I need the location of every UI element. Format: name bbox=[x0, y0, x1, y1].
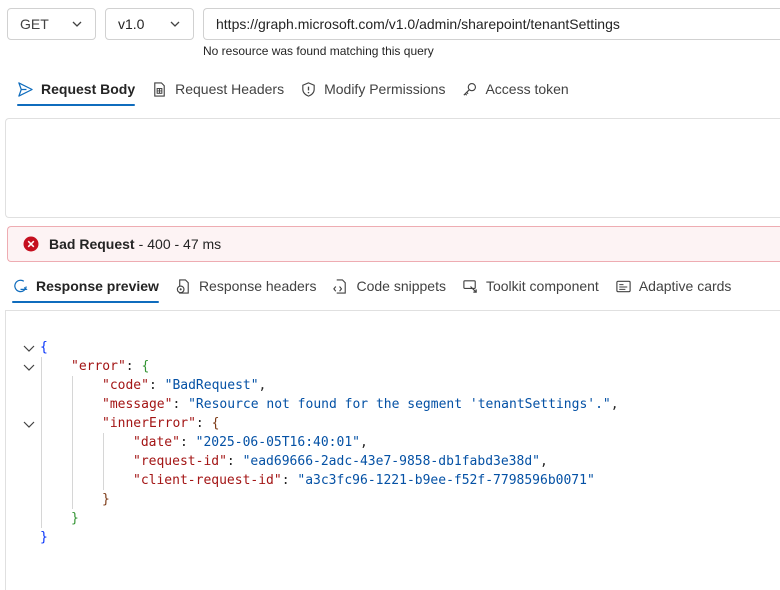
fold-chevron-icon[interactable] bbox=[22, 417, 36, 431]
fold-chevron-icon[interactable] bbox=[22, 341, 36, 355]
code-line: "innerError": { bbox=[102, 416, 220, 431]
chevron-down-icon bbox=[72, 21, 82, 27]
tab-label: Request Headers bbox=[175, 81, 285, 97]
tab-access-token[interactable]: Access token bbox=[461, 75, 569, 103]
code-line: "error": { bbox=[71, 359, 150, 374]
request-body-editor[interactable] bbox=[5, 118, 780, 218]
tab-response-preview[interactable]: Response preview bbox=[12, 272, 159, 303]
tab-label: Code snippets bbox=[356, 278, 446, 294]
fold-chevron-icon[interactable] bbox=[22, 360, 36, 374]
tab-label: Request Body bbox=[41, 81, 136, 97]
code-line: } bbox=[102, 492, 110, 507]
indent-guide bbox=[103, 433, 104, 490]
tab-modify-permissions[interactable]: Modify Permissions bbox=[300, 75, 445, 103]
code-line: { bbox=[40, 340, 48, 355]
card-icon bbox=[616, 280, 631, 292]
code-line: } bbox=[71, 511, 79, 526]
url-validation-message: No resource was found matching this quer… bbox=[203, 44, 434, 58]
version-value: v1.0 bbox=[118, 16, 145, 32]
url-input[interactable]: https://graph.microsoft.com/v1.0/admin/s… bbox=[203, 8, 780, 40]
tab-label: Modify Permissions bbox=[324, 81, 446, 97]
method-dropdown[interactable]: GET bbox=[7, 8, 96, 40]
tab-label: Response headers bbox=[198, 278, 317, 294]
code-line: "request-id": "ead69666-2adc-43e7-9858-d… bbox=[133, 454, 548, 469]
code-line: "code": "BadRequest", bbox=[102, 378, 267, 393]
method-value: GET bbox=[20, 16, 49, 32]
key-icon bbox=[463, 82, 477, 96]
tab-code-snippets[interactable]: Code snippets bbox=[332, 272, 446, 300]
tab-request-body[interactable]: Request Body bbox=[17, 75, 136, 106]
code-line: "date": "2025-06-05T16:40:01", bbox=[133, 435, 368, 450]
code-line: "message": "Resource not found for the s… bbox=[102, 397, 619, 412]
toolkit-icon bbox=[463, 279, 477, 293]
tab-label: Toolkit component bbox=[485, 278, 599, 294]
url-value: https://graph.microsoft.com/v1.0/admin/s… bbox=[216, 16, 620, 32]
shield-icon bbox=[302, 81, 315, 97]
indent-guide bbox=[41, 357, 42, 528]
tab-label: Response preview bbox=[36, 278, 159, 294]
tab-label: Access token bbox=[485, 81, 569, 97]
tab-response-headers[interactable]: Response headers bbox=[175, 272, 317, 300]
preview-icon bbox=[14, 279, 28, 292]
request-tabs: Request Body Request Headers Modify Perm… bbox=[17, 75, 585, 106]
tab-toolkit-component[interactable]: Toolkit component bbox=[462, 272, 599, 300]
chevron-down-icon bbox=[170, 21, 180, 27]
status-separator: - bbox=[138, 236, 144, 252]
code-line: "client-request-id": "a3c3fc96-1221-b9ee… bbox=[133, 473, 595, 488]
send-icon bbox=[18, 81, 33, 97]
headers-icon bbox=[176, 278, 189, 294]
tab-label: Adaptive cards bbox=[638, 278, 732, 294]
document-icon bbox=[154, 81, 165, 97]
error-icon bbox=[23, 236, 39, 252]
code-line: } bbox=[40, 530, 48, 545]
status-title: Bad Request bbox=[49, 236, 135, 252]
status-detail: 400 - 47 ms bbox=[147, 236, 222, 252]
version-dropdown[interactable]: v1.0 bbox=[105, 8, 194, 40]
response-preview-panel bbox=[5, 310, 780, 590]
indent-guide bbox=[72, 376, 73, 509]
code-icon bbox=[333, 278, 347, 294]
status-message-bar: Bad Request - 400 - 47 ms bbox=[7, 226, 780, 262]
tab-adaptive-cards[interactable]: Adaptive cards bbox=[615, 272, 732, 300]
tab-request-headers[interactable]: Request Headers bbox=[151, 75, 284, 103]
response-tabs: Response preview Response headers Code s… bbox=[12, 272, 747, 303]
